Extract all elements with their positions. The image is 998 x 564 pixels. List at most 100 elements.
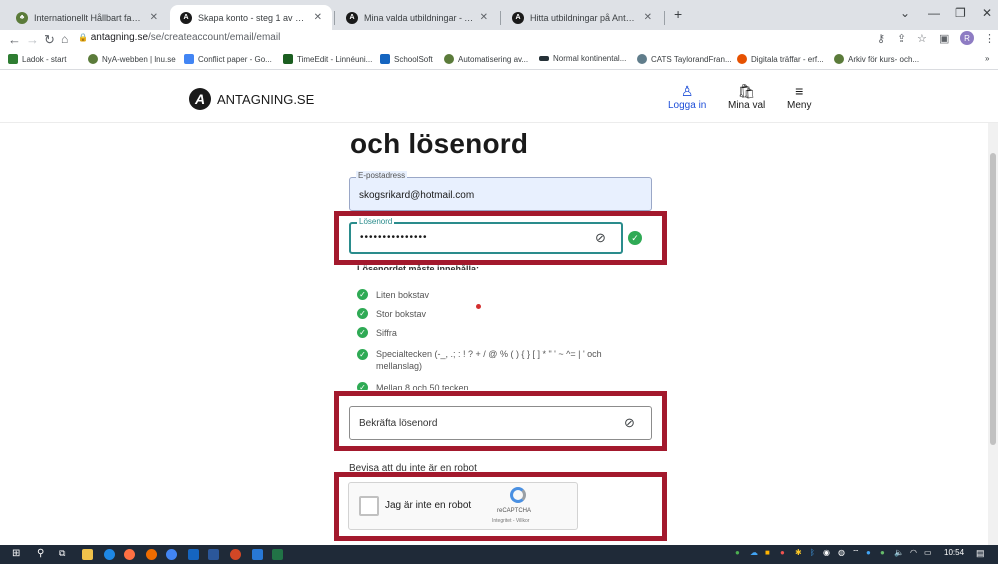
requirement-item: ✓ Siffra [357,327,397,339]
bookmark-automatisering[interactable]: Automatisering av... [444,54,528,64]
page-scrollbar[interactable] [988,123,998,545]
onedrive-icon[interactable]: ☁ [750,548,758,557]
requirement-item: ✓ Specialtecken (-_, .; : ! ? + / @ % ( )… [357,348,617,372]
bookmark-label: CATS TaylorandFran... [651,54,732,64]
windows-start-icon[interactable]: ⊞ [12,548,20,559]
profile-avatar[interactable]: R [960,31,974,45]
tab-hitta-utbildningar[interactable]: A Hitta utbildningar på Antagning ✕ [502,5,662,30]
chrome-icon[interactable] [124,549,135,560]
tray-icon[interactable]: ■ [765,548,770,557]
reload-icon[interactable]: ↻ [44,32,55,48]
app-icon[interactable] [166,549,177,560]
battery-icon[interactable]: ▭ [924,548,932,557]
password-valid-check-icon: ✓ [628,231,642,245]
bookmark-normal[interactable]: Normal kontinental... [539,54,626,63]
check-icon: ✓ [357,382,368,390]
tree-icon [88,54,98,64]
star-icon[interactable]: ☆ [917,32,927,45]
tray-icon[interactable]: ● [880,548,885,557]
tab-strip: ♣ Internationellt Hållbart familjesk ✕ A… [0,0,998,30]
bookmarks-bar: Ladok - start NyA-webben | lnu.se Confli… [0,50,998,70]
antagning-logo-icon: A [189,88,211,110]
antagning-favicon-icon: A [512,11,524,24]
forward-arrow-icon[interactable]: → [26,32,39,47]
powerpoint-icon[interactable] [230,549,241,560]
tab-divider [500,11,501,25]
sidepanel-icon[interactable]: ▣ [939,32,949,45]
teams-icon[interactable] [252,549,263,560]
tab-internationellt[interactable]: ♣ Internationellt Hållbart familjesk ✕ [6,5,168,30]
key-icon[interactable]: ⚷ [877,32,885,45]
captcha-checkbox[interactable] [359,496,379,516]
windows-taskbar: ⊞ ⚲ ⧉ ● ☁ ■ ● ✱ ᛒ ◉ ◍ ⌔ ● ● 🔈 ◠ ▭ 10:54 … [0,545,998,564]
scrollbar-thumb[interactable] [990,153,996,445]
tray-icon[interactable]: ✱ [795,548,802,557]
bookmark-cats[interactable]: CATS TaylorandFran... [637,54,732,64]
cursor-dot [476,304,481,309]
close-window-icon[interactable]: ✕ [982,6,992,20]
login-button[interactable]: ♙ Logga in [668,84,706,111]
user-icon: ♙ [680,83,694,99]
search-icon[interactable]: ⚲ [37,548,44,559]
new-tab-button[interactable]: + [674,6,682,22]
bookmark-arkiv[interactable]: Arkiv för kurs- och... [834,54,919,64]
network-icon[interactable]: ⌔ [852,548,860,558]
recaptcha-logo-icon [510,487,526,503]
more-menu-icon[interactable]: ⋮ [984,32,995,45]
bluetooth-icon[interactable]: ᛒ [810,548,815,557]
tab-mina-valda[interactable]: A Mina valda utbildningar - Antagn ✕ [336,5,498,30]
restore-icon[interactable]: ❐ [955,6,966,20]
firefox-icon[interactable] [146,549,157,560]
requirement-item: ✓ Liten bokstav [357,289,429,301]
ladok-icon [8,54,18,64]
url-domain: antagning.se [90,32,149,43]
bookmark-digitala[interactable]: Digitala träffar - erf... [737,54,824,64]
requirements-title: Lösenordet måste innehålla: [357,264,480,270]
tray-icon[interactable]: ● [780,548,785,557]
eye-slash-icon[interactable]: ⊘ [595,230,606,246]
password-field[interactable]: Lösenord ••••••••••••••• ⊘ [349,217,623,254]
outlook-icon[interactable] [188,549,199,560]
lock-icon: 🔒 [78,33,88,42]
minimize-icon[interactable]: — [928,6,940,20]
close-tab-icon[interactable]: ✕ [150,12,158,23]
edge-icon[interactable] [104,549,115,560]
bookmark-nya[interactable]: NyA-webben | lnu.se [88,54,176,64]
home-icon[interactable]: ⌂ [61,32,68,46]
address-bar[interactable]: 🔒 antagning.se/se/createaccount/email/em… [78,32,280,43]
site-logo[interactable]: A ANTAGNING.SE [189,88,314,110]
eye-slash-icon[interactable]: ⊘ [624,415,635,431]
my-choices-label: Mina val [728,100,766,111]
word-icon[interactable] [208,549,219,560]
excel-icon[interactable] [272,549,283,560]
back-arrow-icon[interactable]: ← [8,32,21,47]
clock[interactable]: 10:54 [944,548,964,557]
tab-title: Mina valda utbildningar - Antagn [364,12,474,23]
close-tab-icon[interactable]: ✕ [314,12,322,23]
file-explorer-icon[interactable] [82,549,93,560]
confirm-password-field[interactable]: Bekräfta lösenord ⊘ [349,406,652,440]
close-tab-icon[interactable]: ✕ [644,12,652,23]
tray-icon[interactable]: ◉ [823,548,830,557]
task-view-icon[interactable]: ⧉ [59,548,65,559]
bookmark-ladok[interactable]: Ladok - start [8,54,66,64]
volume-icon[interactable]: 🔈 [894,548,904,557]
email-field[interactable]: E-postadress skogsrikard@hotmail.com [349,171,652,211]
share-icon[interactable]: ⇪ [897,32,906,45]
menu-button[interactable]: ≡ Meny [787,84,811,111]
captcha-terms[interactable]: Integritet - Villkor [492,518,529,524]
tray-icon[interactable]: ● [866,548,871,557]
tab-search-chevron-icon[interactable]: ⌄ [900,6,910,20]
bookmark-timeedit[interactable]: TimeEdit - Linnéuni... [283,54,372,64]
notifications-icon[interactable]: ▤ [976,548,985,559]
tray-icon[interactable]: ◍ [838,548,845,557]
bookmark-conflict[interactable]: Conflict paper - Go... [184,54,272,64]
bookmark-schoolsoft[interactable]: SchoolSoft [380,54,433,64]
close-tab-icon[interactable]: ✕ [480,12,488,23]
logo-text: ANTAGNING.SE [217,91,315,107]
wifi-icon[interactable]: ◠ [910,548,917,557]
my-choices-button[interactable]: 🛍 Mina val [728,84,765,111]
tray-icon[interactable]: ● [735,548,740,557]
more-bookmarks-icon[interactable]: » [985,54,989,63]
tab-skapa-konto[interactable]: A Skapa konto - steg 1 av 5 - Ange ✕ [170,5,332,30]
